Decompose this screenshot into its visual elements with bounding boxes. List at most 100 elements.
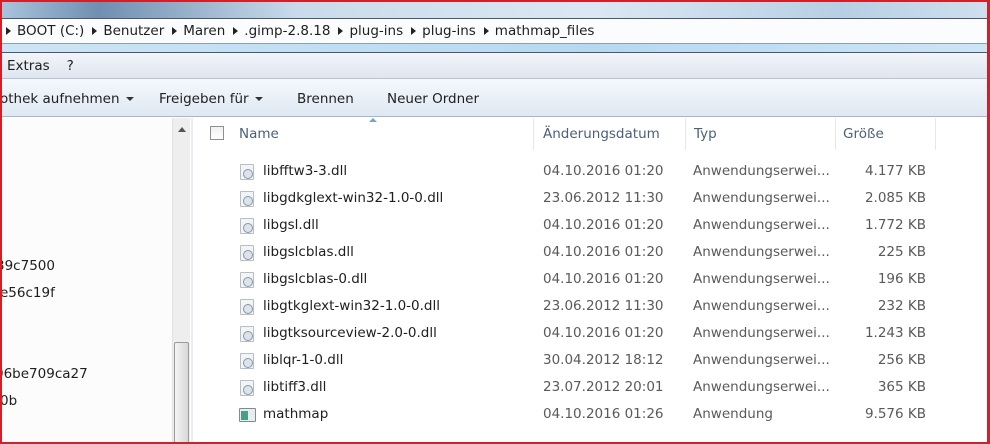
- file-row[interactable]: liblqr-1-0.dll 30.04.2012 18:12 Anwendungs…: [193, 348, 987, 374]
- exe-icon: [239, 408, 256, 422]
- file-row[interactable]: libgtkglext-win32-1.0-0.dll 23.06.2012 11…: [193, 294, 987, 320]
- breadcrumb-label: Benutzer: [103, 23, 165, 39]
- file-date: 04.10.2016 01:20: [543, 244, 664, 260]
- file-size: 365 KB: [877, 379, 926, 395]
- file-size: 1.772 KB: [864, 217, 926, 233]
- file-name: mathmap: [263, 406, 329, 422]
- scroll-up-icon[interactable]: [178, 127, 186, 132]
- add-to-library-button[interactable]: othek aufnehmen: [0, 91, 134, 107]
- address-bar[interactable]: BOOT (C:) Benutzer Maren .gimp-2.8.18 plug-i…: [0, 18, 990, 44]
- breadcrumb-arrow-icon[interactable]: [411, 27, 417, 35]
- nav-item[interactable]: e56c19f: [0, 285, 55, 301]
- select-all-checkbox[interactable]: [210, 126, 224, 140]
- breadcrumb-item[interactable]: .gimp-2.8.18: [233, 23, 330, 39]
- file-date: 23.06.2012 11:30: [543, 298, 664, 314]
- file-date: 23.07.2012 20:01: [543, 379, 664, 395]
- column-date[interactable]: Änderungsdatum: [543, 126, 660, 142]
- file-type: Anwendungserwei...: [693, 379, 830, 395]
- file-date: 23.06.2012 11:30: [543, 190, 664, 206]
- breadcrumb-label: plug-ins: [349, 23, 404, 39]
- breadcrumb-arrow-icon[interactable]: [92, 27, 98, 35]
- file-date: 04.10.2016 01:20: [543, 163, 664, 179]
- file-name: libtiff3.dll: [263, 379, 327, 395]
- file-date: 04.10.2016 01:20: [543, 217, 664, 233]
- file-name: libfftw3-3.dll: [263, 163, 348, 179]
- file-date: 04.10.2016 01:20: [543, 325, 664, 341]
- file-row[interactable]: libgdkglext-win32-1.0-0.dll 23.06.2012 11…: [193, 186, 987, 212]
- file-row[interactable]: libgslcblas-0.dll 04.10.2016 01:20 Anwendu…: [193, 267, 987, 293]
- breadcrumb-label: plug-ins: [422, 23, 476, 39]
- navigation-pane: 39c7500 e56c19f 06be709ca27 0b: [0, 118, 172, 444]
- breadcrumb-item[interactable]: Maren: [172, 23, 225, 39]
- column-separator[interactable]: [835, 118, 836, 150]
- menu-bar: Extras ?: [0, 53, 990, 79]
- nav-item[interactable]: 39c7500: [0, 258, 55, 274]
- dll-icon: [240, 218, 254, 234]
- file-size: 1.243 KB: [864, 325, 926, 341]
- share-button[interactable]: Freigeben für: [159, 91, 263, 107]
- burn-button[interactable]: Brennen: [297, 91, 354, 107]
- dll-icon: [240, 326, 254, 342]
- file-name: libgtkglext-win32-1.0-0.dll: [263, 298, 440, 314]
- new-folder-button[interactable]: Neuer Ordner: [387, 91, 479, 107]
- breadcrumb-arrow-icon[interactable]: [338, 27, 344, 35]
- breadcrumb-arrow-icon[interactable]: [6, 27, 11, 35]
- share-label: Freigeben für: [159, 91, 249, 107]
- file-row[interactable]: libfftw3-3.dll 04.10.2016 01:20 Anwendungs…: [193, 159, 987, 185]
- file-size: 232 KB: [877, 298, 926, 314]
- file-type: Anwendungserwei...: [693, 190, 830, 206]
- file-type: Anwendung: [693, 406, 773, 422]
- breadcrumb-label: .gimp-2.8.18: [244, 23, 331, 39]
- dll-icon: [240, 299, 254, 315]
- column-separator[interactable]: [533, 118, 534, 150]
- file-row[interactable]: mathmap 04.10.2016 01:26 Anwendung 9.576 KB: [193, 402, 987, 428]
- breadcrumb-arrow-icon[interactable]: [233, 27, 239, 35]
- column-separator[interactable]: [685, 118, 686, 150]
- file-row[interactable]: libgslcblas.dll 04.10.2016 01:20 Anwendung…: [193, 240, 987, 266]
- file-row[interactable]: libgsl.dll 04.10.2016 01:20 Anwendungserwe…: [193, 213, 987, 239]
- menu-extras[interactable]: Extras: [7, 58, 50, 74]
- breadcrumb-item[interactable]: plug-ins: [338, 23, 403, 39]
- nav-scrollbar[interactable]: [172, 118, 190, 444]
- column-separator[interactable]: [935, 118, 936, 150]
- breadcrumb-item[interactable]: Benutzer: [92, 23, 164, 39]
- add-to-library-label: othek aufnehmen: [0, 91, 120, 107]
- file-name: libgslcblas.dll: [263, 244, 354, 260]
- file-name: liblqr-1-0.dll: [263, 352, 344, 368]
- file-size: 196 KB: [877, 271, 926, 287]
- file-type: Anwendungserwei...: [693, 298, 830, 314]
- file-date: 30.04.2012 18:12: [543, 352, 664, 368]
- file-name: libgslcblas-0.dll: [263, 271, 368, 287]
- file-size: 4.177 KB: [864, 163, 926, 179]
- breadcrumb-item[interactable]: BOOT (C:): [6, 23, 84, 39]
- menu-help[interactable]: ?: [67, 58, 74, 74]
- dll-icon: [240, 191, 254, 207]
- file-row[interactable]: libgtksourceview-2.0-0.dll 04.10.2016 01:…: [193, 321, 987, 347]
- file-name: libgsl.dll: [263, 217, 319, 233]
- file-date: 04.10.2016 01:20: [543, 271, 664, 287]
- file-type: Anwendungserwei...: [693, 217, 830, 233]
- search-strip: [0, 44, 990, 53]
- burn-label: Brennen: [297, 91, 354, 107]
- breadcrumb-item[interactable]: mathmap_files: [483, 23, 594, 39]
- file-size: 2.085 KB: [864, 190, 926, 206]
- breadcrumb-arrow-icon[interactable]: [172, 27, 178, 35]
- scrollbar-thumb[interactable]: [174, 342, 189, 444]
- column-type[interactable]: Typ: [694, 126, 717, 142]
- dll-icon: [240, 353, 254, 369]
- file-row[interactable]: libtiff3.dll 23.07.2012 20:01 Anwendungser…: [193, 375, 987, 401]
- breadcrumb-label: Maren: [183, 23, 226, 39]
- breadcrumb-arrow-icon[interactable]: [483, 27, 489, 35]
- file-type: Anwendungserwei...: [693, 352, 830, 368]
- file-size: 9.576 KB: [864, 406, 926, 422]
- column-header: Name Änderungsdatum Typ Größe: [193, 118, 987, 150]
- file-date: 04.10.2016 01:26: [543, 406, 664, 422]
- file-size: 225 KB: [877, 244, 926, 260]
- new-folder-label: Neuer Ordner: [387, 91, 480, 107]
- nav-item[interactable]: 0b: [0, 393, 17, 409]
- sort-ascending-icon: [369, 118, 377, 122]
- column-name[interactable]: Name: [239, 126, 279, 142]
- column-size[interactable]: Größe: [843, 126, 884, 142]
- nav-item[interactable]: 06be709ca27: [0, 366, 88, 382]
- breadcrumb-item[interactable]: plug-ins: [411, 23, 476, 39]
